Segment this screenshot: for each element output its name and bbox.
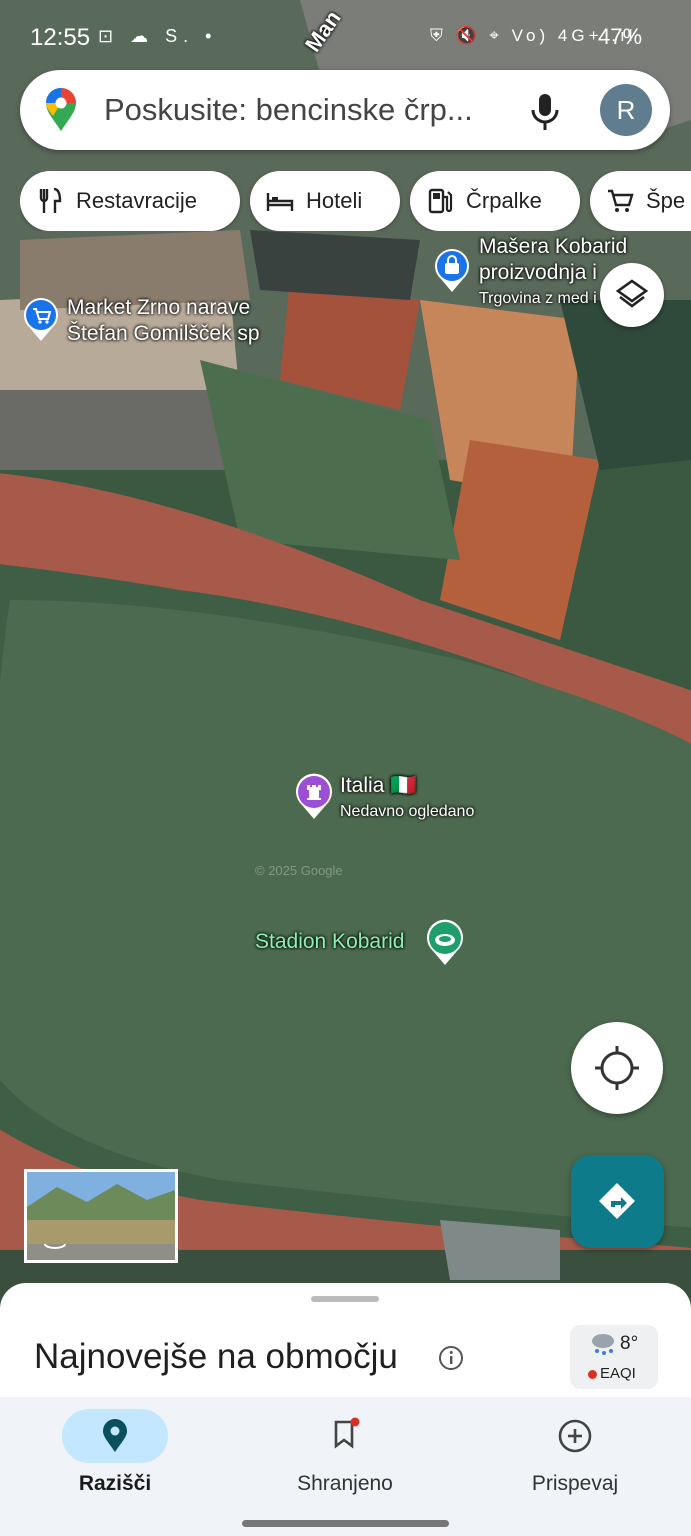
poi-market-line1: Market Zrno narave <box>67 296 251 319</box>
notification-icons: ⊡ ☁ S. • <box>98 26 218 46</box>
layers-button[interactable] <box>600 263 664 327</box>
status-time: 12:55 <box>30 24 91 51</box>
explore-sheet[interactable]: Najnovejše na območju 8° EAQI <box>0 1283 691 1397</box>
poi-stadion-label[interactable]: Stadion Kobarid <box>255 929 404 955</box>
battery-level: 47% <box>598 24 643 49</box>
poi-italia-sub: Nedavno ogledano <box>340 803 475 820</box>
nav-label: Razišči <box>78 1472 152 1495</box>
nav-active-indicator <box>62 1409 168 1463</box>
directions-icon <box>599 1183 635 1219</box>
info-icon[interactable] <box>438 1345 464 1371</box>
poi-masera-line2: proizvodnja i <box>479 261 597 284</box>
poi-italia-label[interactable]: Italia 🇮🇹 Nedavno ogledano <box>340 773 474 825</box>
street-view-image <box>27 1172 175 1260</box>
rain-cloud-icon <box>592 1334 614 1355</box>
chip-restaurants[interactable]: Restavracije <box>20 171 240 231</box>
location-pin-icon <box>103 1419 127 1452</box>
sheet-title: Najnovejše na območju <box>34 1337 398 1376</box>
cart-icon <box>608 189 634 212</box>
nav-saved[interactable]: Shranjeno <box>245 1409 445 1509</box>
search-input[interactable]: Poskusite: bencinske črp... <box>104 92 473 128</box>
gesture-home-bar[interactable] <box>242 1520 449 1527</box>
nav-icon-holder <box>292 1409 398 1463</box>
weather-widget[interactable]: 8° EAQI <box>570 1325 658 1389</box>
status-bar: 12:55 ⊡ ☁ S. • ⛨ 🔇 ⌖ Vo) 4G+ .ıl 47% <box>0 0 691 70</box>
maps-logo-icon <box>46 88 76 131</box>
chip-groceries[interactable]: Špe <box>590 171 691 231</box>
sheet-drag-handle[interactable] <box>311 1296 379 1302</box>
microphone-icon[interactable] <box>528 92 562 132</box>
chip-gas-stations[interactable]: Črpalke <box>410 171 580 231</box>
map-watermark: © 2025 Google <box>255 863 343 878</box>
search-bar[interactable]: Poskusite: bencinske črp... R <box>20 70 670 150</box>
bed-icon <box>266 193 294 211</box>
chip-label: Črpalke <box>466 188 542 213</box>
chip-hotels[interactable]: Hoteli <box>250 171 400 231</box>
poi-market-label[interactable]: Market Zrno narave Štefan Gomilšček sp <box>67 295 260 347</box>
poi-italia-name: Italia 🇮🇹 <box>340 774 417 797</box>
nav-label: Shranjeno <box>297 1472 393 1495</box>
chip-label: Hoteli <box>306 188 363 213</box>
layers-icon <box>615 279 649 308</box>
add-circle-icon <box>558 1419 592 1453</box>
fuel-pump-icon <box>428 188 453 214</box>
nav-label: Prispevaj <box>531 1472 619 1495</box>
chip-label: Restavracije <box>76 188 198 213</box>
weather-aqi-label: EAQI <box>600 1365 636 1382</box>
bookmark-icon <box>334 1417 360 1449</box>
category-chips: Restavracije Hoteli Črpalke Špe <box>20 171 691 231</box>
nav-icon-holder <box>522 1409 628 1463</box>
nav-contribute[interactable]: Prispevaj <box>475 1409 675 1509</box>
poi-masera-line1: Mašera Kobarid <box>479 235 628 258</box>
street-view-thumbnail[interactable] <box>24 1169 178 1263</box>
account-avatar[interactable]: R <box>600 84 652 136</box>
weather-temperature: 8° <box>620 1333 639 1354</box>
bottom-navigation: Razišči Shranjeno Prispevaj <box>0 1397 691 1536</box>
poi-market-line2: Štefan Gomilšček sp <box>67 322 260 345</box>
fork-knife-icon <box>39 187 62 213</box>
crosshair-icon <box>595 1046 639 1090</box>
aqi-status-dot <box>588 1370 597 1379</box>
directions-button[interactable] <box>571 1155 664 1248</box>
my-location-button[interactable] <box>571 1022 663 1114</box>
chip-label: Špe <box>646 188 686 213</box>
nav-explore[interactable]: Razišči <box>15 1409 215 1509</box>
